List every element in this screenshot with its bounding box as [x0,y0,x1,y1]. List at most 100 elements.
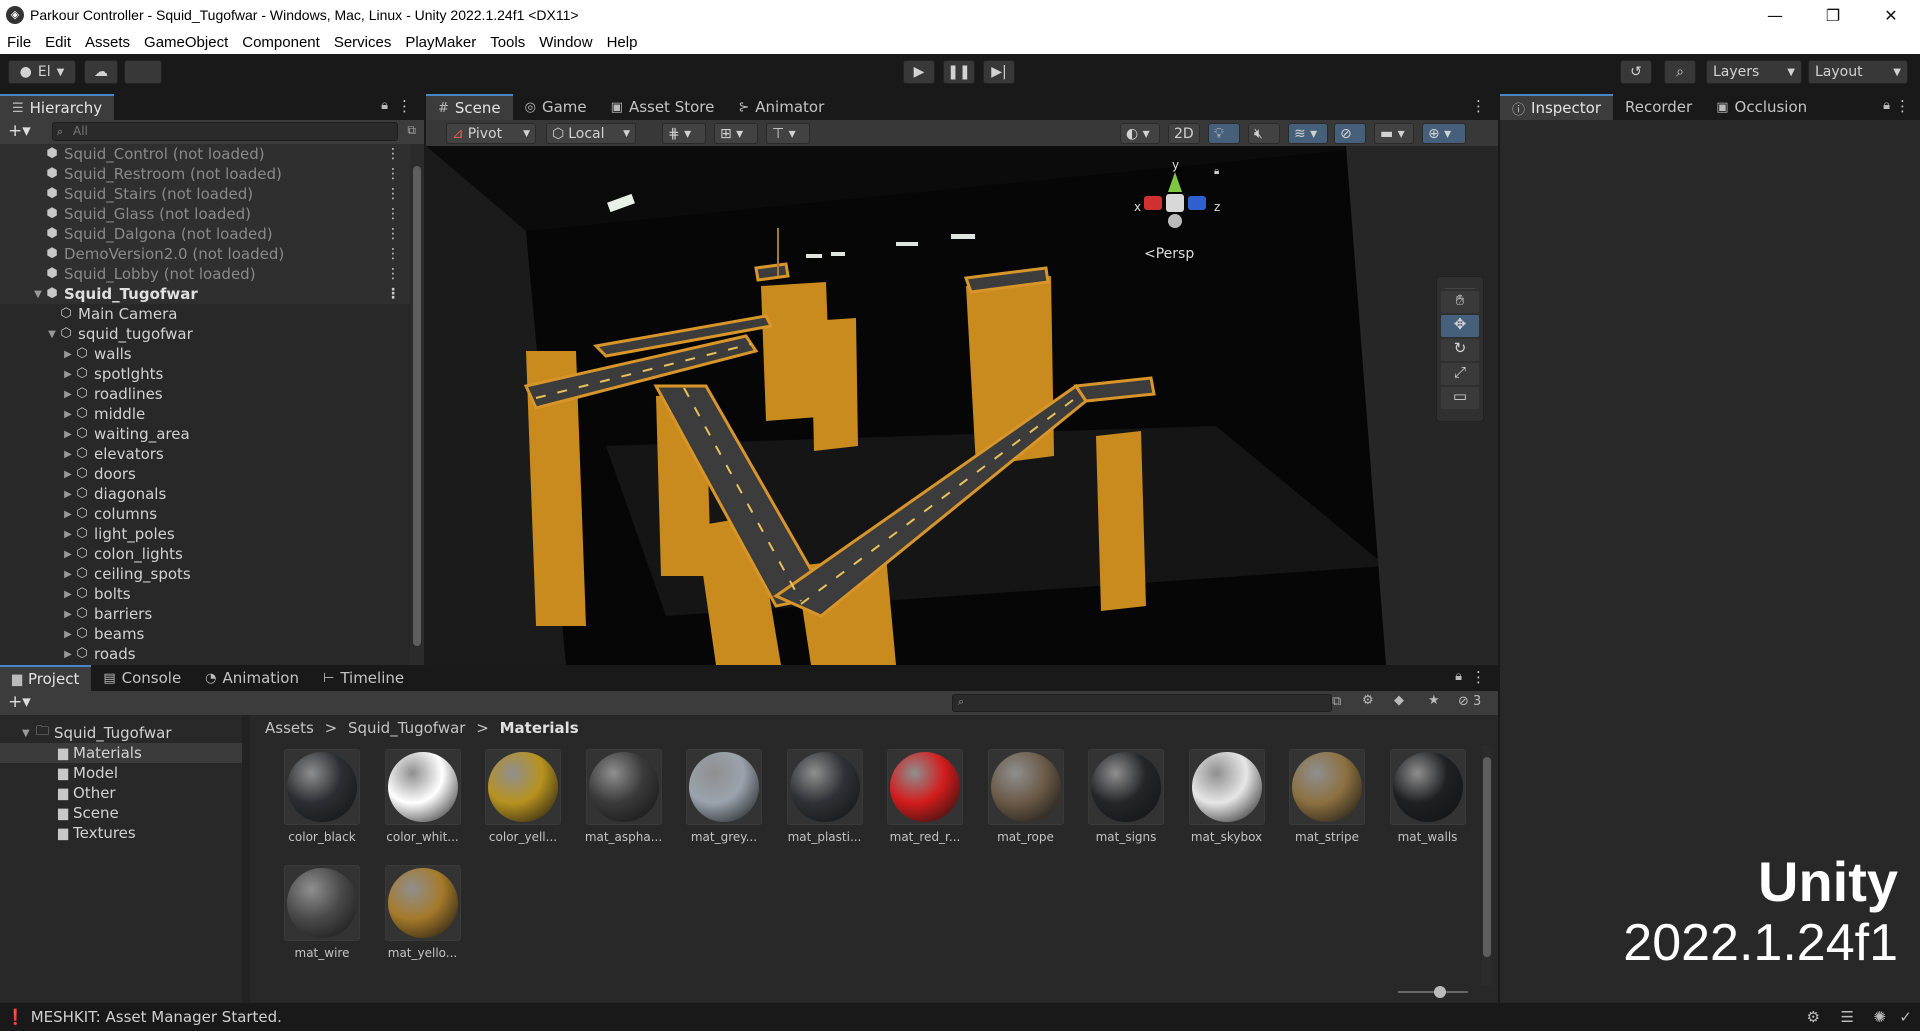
material-asset[interactable]: mat_wire [272,865,372,960]
material-asset[interactable]: mat_stripe [1277,749,1377,844]
thumbnail-size-slider[interactable] [1398,986,1468,998]
material-asset[interactable]: color_black [272,749,372,844]
search-scope-icon[interactable]: ⧉ [1332,694,1341,709]
close-button[interactable]: ✕ [1862,0,1920,30]
more-menu-icon[interactable]: ⋮ [386,246,400,262]
expand-closed-icon[interactable]: ▶ [62,449,74,460]
tab-project[interactable]: ▆ Project [0,665,92,691]
tab-asset-store[interactable]: ▣ Asset Store [599,94,727,120]
check-icon[interactable]: ✓ [1899,1008,1912,1026]
scrollbar-thumb[interactable] [1483,757,1491,957]
maximize-button[interactable]: ❐ [1804,0,1862,30]
asset-grid-scrollbar[interactable] [1482,745,1492,985]
hierarchy-scene-row[interactable]: ⬢ Squid_Glass (not loaded) ⋮ [0,204,410,224]
tab-animation[interactable]: ◔ Animation [193,665,311,691]
breadcrumb-item[interactable]: Squid_Tugofwar [348,719,465,737]
toggle-2d-button[interactable]: 2D [1168,123,1200,144]
expand-closed-icon[interactable]: ▶ [62,469,74,480]
rect-tool-button[interactable]: ▭ [1441,387,1479,409]
material-asset[interactable]: mat_rope [976,749,1076,844]
effects-toggle[interactable]: ≋ ▾ [1288,123,1328,144]
hierarchy-item[interactable]: ▶ ⬡ barriers [0,604,410,624]
collab-button[interactable] [124,60,162,84]
hierarchy-item[interactable]: ▶ ⬡ diagonals [0,484,410,504]
hierarchy-item[interactable]: ▶ ⬡ light_poles [0,524,410,544]
cache-server-icon[interactable]: ☰ [1841,1008,1854,1026]
material-asset[interactable]: mat_aspha... [574,749,674,844]
project-splitter[interactable] [242,715,250,1003]
more-menu-icon[interactable]: ⋮ [386,206,400,222]
tab-scene[interactable]: # Scene [426,94,513,120]
local-dropdown[interactable]: ⬡ Local ▼ [546,123,636,144]
material-asset[interactable]: mat_plasti... [775,749,875,844]
cloud-button[interactable]: ☁ [84,60,118,84]
hierarchy-item[interactable]: ▶ ⬡ doors [0,464,410,484]
move-tool-button[interactable]: ✥ [1441,315,1479,337]
expand-open-icon[interactable]: ▼ [32,289,44,300]
expand-closed-icon[interactable]: ▶ [62,409,74,420]
minimize-button[interactable]: — [1746,0,1804,30]
expand-open-icon[interactable]: ▼ [22,728,36,739]
hierarchy-item[interactable]: ▶ ⬡ middle [0,404,410,424]
hierarchy-item[interactable]: ▶ ⬡ roads [0,644,410,664]
more-menu-icon[interactable]: ⋮ [1895,97,1910,115]
hierarchy-scene-row[interactable]: ▼ ⬢ Squid_Tugofwar ⋮ [0,284,410,304]
hierarchy-item[interactable]: ▶ ⬡ columns [0,504,410,524]
expand-closed-icon[interactable]: ▶ [62,349,74,360]
camera-dropdown[interactable]: ▬ ▾ [1374,123,1414,144]
hierarchy-item[interactable]: ▶ ⬡ colon_lights [0,544,410,564]
hierarchy-item[interactable]: ▶ ⬡ elevators [0,444,410,464]
projection-toggle[interactable]: <Persp [1144,246,1194,262]
add-icon[interactable]: +▾ [8,121,31,141]
step-button[interactable]: ▶| [983,60,1015,84]
more-menu-icon[interactable]: ⋮ [386,186,400,202]
hierarchy-item[interactable]: ▶ ⬡ walls [0,344,410,364]
filter-type-icon[interactable]: ⚙ [1362,693,1374,708]
hierarchy-item[interactable]: ▶ ⬡ bolts [0,584,410,604]
project-folder-item[interactable]: ▆ Textures [0,823,242,843]
audio-toggle[interactable]: 🔇︎ [1248,123,1280,144]
menu-playmaker[interactable]: PlayMaker [398,34,483,51]
increment-snap-button[interactable]: ⊞ ▾ [714,123,758,144]
more-menu-icon[interactable]: ⋮ [386,266,400,282]
menu-file[interactable]: File [0,34,38,51]
hierarchy-scene-row[interactable]: ⬢ Squid_Restroom (not loaded) ⋮ [0,164,410,184]
material-asset[interactable]: mat_grey... [674,749,774,844]
hierarchy-scene-row[interactable]: ⬢ Squid_Dalgona (not loaded) ⋮ [0,224,410,244]
more-menu-icon[interactable]: ⋮ [397,97,412,115]
add-icon[interactable]: +▾ [8,692,31,712]
overlay-drag-handle[interactable] [1445,279,1475,289]
project-folder-item[interactable]: ▆ Other [0,783,242,803]
slider-handle[interactable] [1434,986,1446,998]
lock-icon[interactable]: 🔒︎ [1214,166,1219,177]
menu-services[interactable]: Services [327,34,399,51]
hand-tool-button[interactable]: ✋︎ [1441,291,1479,313]
lock-icon[interactable]: 🔒︎ [1455,669,1462,684]
more-menu-icon[interactable]: ⋮ [386,166,400,182]
material-asset[interactable]: mat_signs [1076,749,1176,844]
tab-animator[interactable]: ⊱ Animator [726,94,836,120]
expand-closed-icon[interactable]: ▶ [62,429,74,440]
layers-dropdown[interactable]: Layers ▼ [1706,60,1802,84]
hierarchy-item[interactable]: ▶ ⬡ beams [0,624,410,644]
breadcrumb-item-current[interactable]: Materials [500,719,579,737]
menu-edit[interactable]: Edit [38,34,78,51]
scene-visibility-icon[interactable]: ⧉ [407,123,416,138]
auto-generate-lighting-icon[interactable]: ✺ [1873,1008,1886,1026]
gizmo-y-cone[interactable] [1168,172,1182,192]
account-dropdown[interactable]: ● El ▼ [8,60,76,84]
tab-timeline[interactable]: ⊢ Timeline [311,665,416,691]
filter-label-icon[interactable]: ◆ [1394,693,1404,708]
more-menu-icon[interactable]: ⋮ [386,286,400,302]
rotate-tool-button[interactable]: ↻ [1441,339,1479,361]
undo-history-button[interactable]: ↺ [1620,60,1652,84]
material-asset[interactable]: color_whit... [373,749,473,844]
more-menu-icon[interactable]: ⋮ [386,226,400,242]
hierarchy-scene-row[interactable]: ⬢ DemoVersion2.0 (not loaded) ⋮ [0,244,410,264]
gizmos-dropdown[interactable]: ⊕ ▾ [1422,123,1466,144]
play-button[interactable]: ▶ [903,60,935,84]
breadcrumb-item[interactable]: Assets [265,719,314,737]
tab-hierarchy[interactable]: ☰ Hierarchy [0,94,115,120]
hierarchy-item[interactable]: ▶ ⬡ roadlines [0,384,410,404]
material-asset[interactable]: color_yell... [473,749,573,844]
